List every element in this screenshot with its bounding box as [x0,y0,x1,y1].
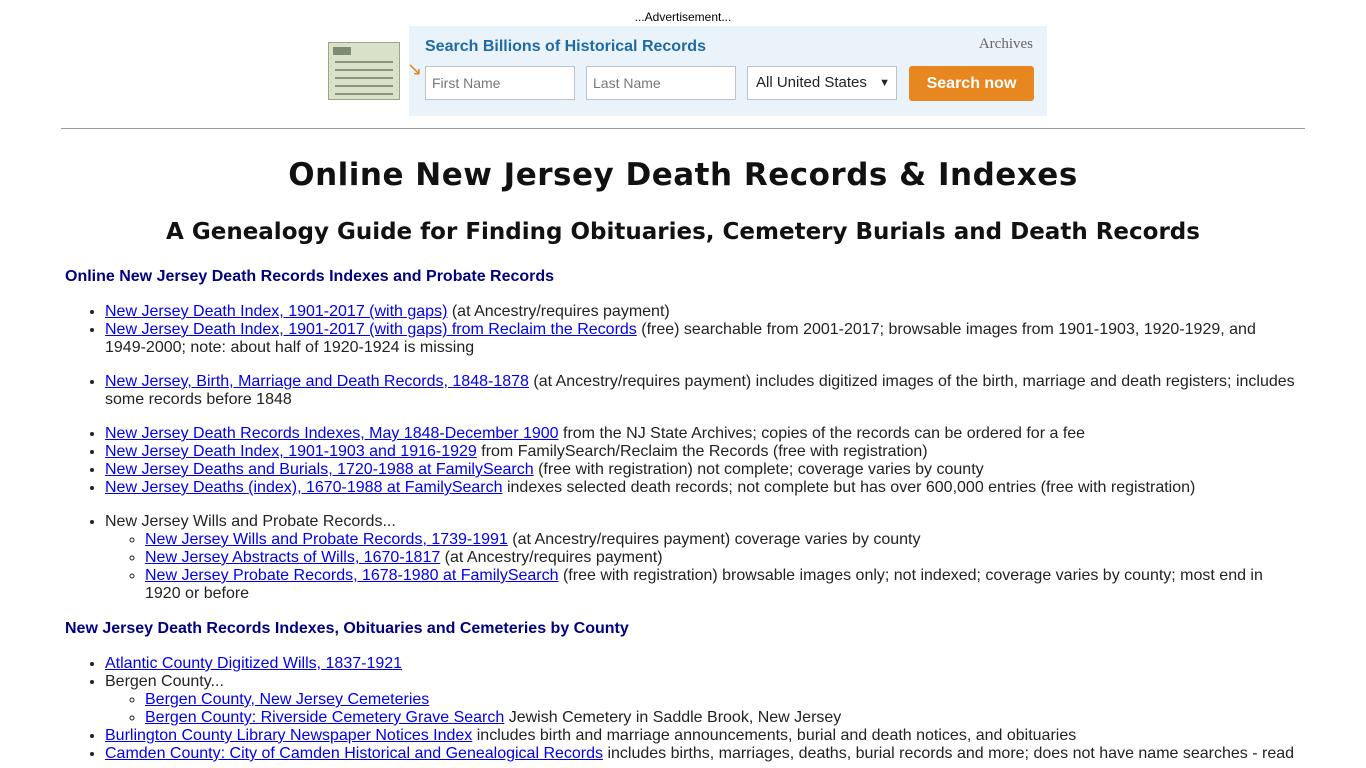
record-link[interactable]: New Jersey Deaths and Burials, 1720-1988… [105,461,534,478]
county-records-list: Atlantic County Digitized Wills, 1837-19… [65,655,1301,763]
list-item: New Jersey Abstracts of Wills, 1670-1817… [145,549,1301,567]
ad-headline: Search Billions of Historical Records [425,38,706,55]
list-item: New Jersey Deaths (index), 1670-1988 at … [105,479,1301,497]
spacer [105,497,1301,513]
list-item-bergen: Bergen County... Bergen County, New Jers… [105,673,1301,727]
list-item: New Jersey Death Index, 1901-2017 (with … [105,321,1301,357]
record-link[interactable]: New Jersey Death Records Indexes, May 18… [105,425,559,442]
ad-brand-logo: Archives [978,36,1033,52]
certificate-image [328,42,400,100]
list-item: New Jersey Probate Records, 1678-1980 at… [145,567,1301,603]
spacer [105,357,1301,373]
section-heading-statewide: Online New Jersey Death Records Indexes … [65,268,555,285]
record-note: includes birth and marriage announcement… [472,727,1077,744]
chevron-down-icon: ▼ [879,77,890,89]
record-link[interactable]: New Jersey Wills and Probate Records, 17… [145,531,508,548]
record-note: indexes selected death records; not comp… [502,479,1196,496]
last-name-input[interactable]: Last Name [586,66,736,100]
record-link[interactable]: New Jersey Deaths (index), 1670-1988 at … [105,479,503,496]
list-item: New Jersey Wills and Probate Records, 17… [145,531,1301,549]
list-item: New Jersey Deaths and Burials, 1720-1988… [105,461,1301,479]
page-title: Online New Jersey Death Records & Indexe… [288,157,1078,193]
list-item-wills: New Jersey Wills and Probate Records... … [105,513,1301,603]
divider [61,128,1305,129]
location-select-value: All United States [756,74,867,91]
record-note: (free with registration) not complete; c… [533,461,984,478]
curved-arrow-icon: ↘ [407,59,423,79]
record-note: from the NJ State Archives; copies of th… [558,425,1086,442]
record-note: (at Ancestry/requires payment) coverage … [507,531,921,548]
record-link[interactable]: New Jersey Death Index, 1901-2017 (with … [105,303,447,320]
spacer [105,409,1301,425]
record-thumbnail [319,26,409,116]
record-note: (at Ancestry/requires payment) [440,549,663,566]
search-now-button[interactable]: Search now [909,66,1034,101]
record-link[interactable]: Burlington County Library Newspaper Noti… [105,727,472,744]
record-link[interactable]: Bergen County: Riverside Cemetery Grave … [145,709,504,726]
record-link[interactable]: New Jersey, Birth, Marriage and Death Re… [105,373,529,390]
first-name-input[interactable]: First Name [425,66,575,100]
list-item: Bergen County: Riverside Cemetery Grave … [145,709,1301,727]
main-content: Online New Jersey Death Records Indexes … [65,267,1301,763]
list-item: Burlington County Library Newspaper Noti… [105,727,1301,745]
record-link[interactable]: Atlantic County Digitized Wills, 1837-19… [105,655,402,672]
wills-sublist: New Jersey Wills and Probate Records, 17… [105,531,1301,603]
record-link[interactable]: New Jersey Abstracts of Wills, 1670-1817 [145,549,440,566]
advertisement-label: ...Advertisement... [634,10,732,24]
list-item: New Jersey, Birth, Marriage and Death Re… [105,373,1301,409]
advertisement-banner[interactable]: Search Billions of Historical Records Ar… [319,26,1047,116]
list-item: Bergen County, New Jersey Cemeteries [145,691,1301,709]
record-link[interactable]: New Jersey Death Index, 1901-2017 (with … [105,321,637,338]
list-item: New Jersey Death Index, 1901-2017 (with … [105,303,1301,321]
record-link[interactable]: New Jersey Death Index, 1901-1903 and 19… [105,443,477,460]
bergen-label: Bergen County... [105,673,224,690]
record-note: (at Ancestry/requires payment) [447,303,670,320]
location-select[interactable]: All United States ▼ [747,66,897,100]
list-item: New Jersey Death Index, 1901-1903 and 19… [105,443,1301,461]
record-link[interactable]: New Jersey Probate Records, 1678-1980 at… [145,567,559,584]
list-item: Camden County: City of Camden Historical… [105,745,1301,763]
section-heading-county: New Jersey Death Records Indexes, Obitua… [65,620,629,637]
record-link[interactable]: Bergen County, New Jersey Cemeteries [145,691,429,708]
record-note: Jewish Cemetery in Saddle Brook, New Jer… [504,709,842,726]
list-item: New Jersey Death Records Indexes, May 18… [105,425,1301,443]
bergen-sublist: Bergen County, New Jersey Cemeteries Ber… [105,691,1301,727]
list-item: Atlantic County Digitized Wills, 1837-19… [105,655,1301,673]
wills-label: New Jersey Wills and Probate Records... [105,513,396,530]
record-note: from FamilySearch/Reclaim the Records (f… [476,443,928,460]
record-note: includes births, marriages, deaths, buri… [603,745,1295,762]
page-subtitle: A Genealogy Guide for Finding Obituaries… [166,219,1200,245]
statewide-records-list: New Jersey Death Index, 1901-2017 (with … [65,303,1301,603]
record-link[interactable]: Camden County: City of Camden Historical… [105,745,603,762]
